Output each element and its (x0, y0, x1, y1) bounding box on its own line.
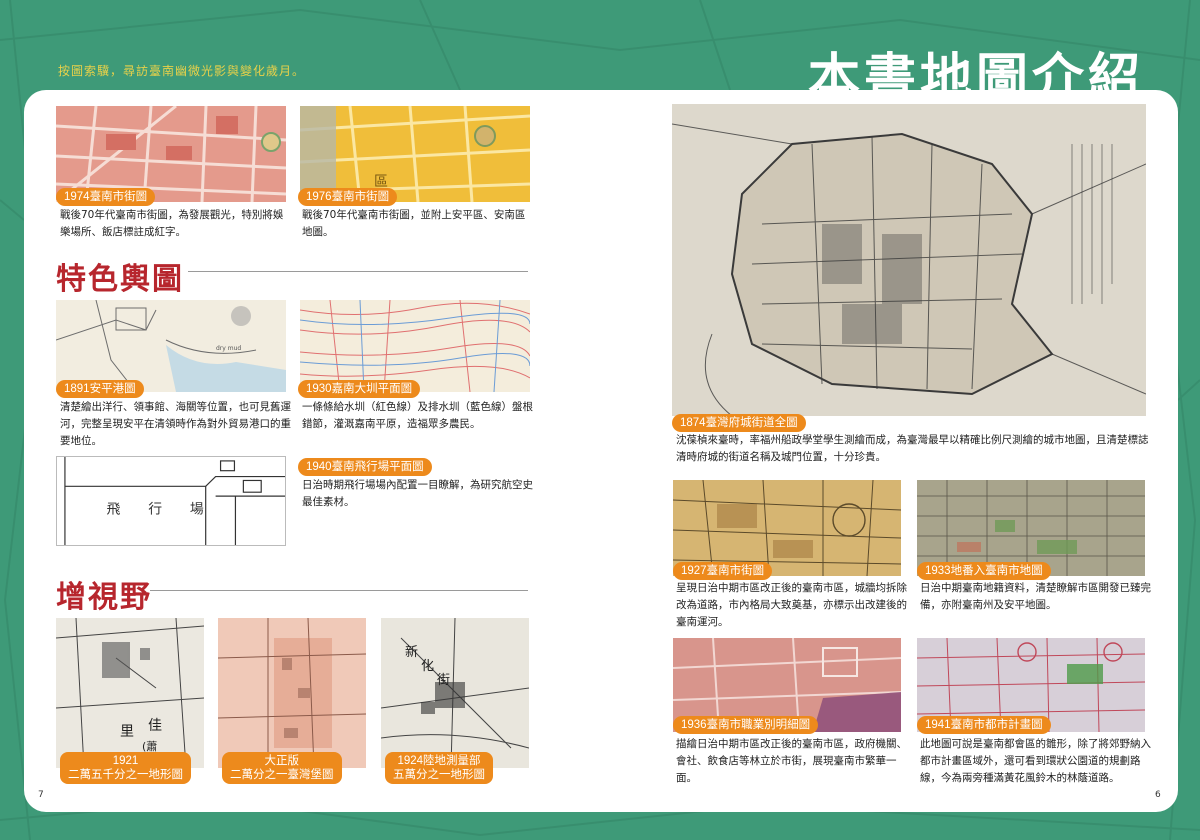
section-divider (188, 271, 528, 272)
map-1940-map-text-1: 飛 (107, 502, 121, 518)
map-1933-description: 日治中期臺南地籍資料，清楚瞭解市區開發已臻完備，亦附臺南州及安平地圖。 (920, 582, 1151, 611)
map-1924-label-line1: 1924陸地測量部 (397, 755, 481, 767)
map-1891-map-text: dry mud (216, 345, 241, 352)
map-1921-label: 1921 二萬五千分之一地形圖 (60, 752, 191, 784)
map-1940-map-text-2: 行 (148, 502, 162, 518)
map-1924-map-text-1: 新 (405, 644, 418, 660)
map-1891-image: dry mud (56, 300, 286, 392)
map-1874-image (672, 104, 1146, 416)
map-1941-description: 此地圖可說是臺南都會區的雛形，除了將郊野納入都市計畫區域外，還可看到環狀公園道的… (920, 738, 1151, 784)
map-1924-map-text-3: 街 (437, 673, 450, 688)
map-1940-description: 日治時期飛行場場內配置一目瞭解，為研究航空史最佳素材。 (302, 479, 533, 508)
map-1924-map-text-2: 化 (421, 659, 434, 674)
section-title-widen: 增視野 (56, 580, 152, 615)
map-1927-label: 1927臺南市街圖 (673, 562, 773, 580)
map-1940-map-text-3: 場 (190, 502, 204, 518)
map-1921-label-line2: 二萬五千分之一地形圖 (68, 769, 183, 781)
map-1927-description: 呈現日治中期市區改正後的臺南市區，城牆均拆除改為道路，市內格局大致奠基，亦標示出… (676, 582, 907, 628)
map-1930-description: 一條條給水圳（紅色線）及排水圳（藍色線）盤根錯節，灌溉嘉南平原，造福眾多農民。 (302, 401, 533, 430)
map-1921-map-text-1: 佳 (148, 718, 162, 734)
map-1976-label: 1976臺南市街圖 (298, 188, 398, 206)
map-1921-label-line1: 1921 (112, 755, 139, 767)
map-taisho-label-line2: 二萬分之一臺灣堡圖 (230, 769, 334, 781)
map-1924-label-line2: 五萬分之一地形圖 (393, 769, 485, 781)
section-divider (150, 590, 528, 591)
map-1891-description: 清楚繪出洋行、領事館、海關等位置，也可見舊運河，完整呈現安平在清領時作為對外貿易… (60, 401, 291, 447)
map-1930-label: 1930嘉南大圳平面圖 (298, 380, 421, 398)
map-taisho-image (218, 618, 366, 768)
map-1974-label: 1974臺南市街圖 (56, 188, 156, 206)
map-1874-label: 1874臺灣府城街道全圖 (672, 414, 806, 432)
page-number-left: 7 (38, 790, 44, 800)
map-1933-label: 1933地番入臺南市地圖 (917, 562, 1051, 580)
map-1921-image: 佳 里 (蕭 壟) (56, 618, 204, 768)
map-1976-description: 戰後70年代臺南市街圖，並附上安平區、安南區地圖。 (302, 209, 526, 238)
map-1941-label: 1941臺南市都市計畫圖 (917, 716, 1051, 734)
map-1936-description: 描繪日治中期市區改正後的臺南市區，政府機關、會社、飲食店等林立於市街，展現臺南市… (676, 738, 907, 784)
map-taisho-label-line1: 大正版 (264, 755, 300, 767)
section-title-featured: 特色輿圖 (56, 262, 184, 297)
map-taisho-label: 大正版 二萬分之一臺灣堡圖 (222, 752, 342, 784)
map-1940-image: 飛 行 場 (56, 456, 286, 546)
map-1930-image (300, 300, 530, 392)
map-1974-description: 戰後70年代臺南市街圖，為發展觀光，特別將娛樂場所、飯店標註成紅字。 (60, 209, 284, 238)
map-1891-label: 1891安平港圖 (56, 380, 144, 398)
map-1874-description: 沈葆楨來臺時，率福州船政學堂學生測繪而成，為臺灣最早以精確比例尺測繪的城市地圖，… (676, 434, 1149, 463)
page-number-right: 6 (1155, 790, 1161, 800)
map-1940-label: 1940臺南飛行場平面圖 (298, 458, 432, 476)
header-tagline: 按圖索驥，尋訪臺南幽微光影與變化歲月。 (58, 64, 306, 78)
map-1936-label: 1936臺南市職業別明細圖 (673, 716, 819, 734)
map-1921-map-text-2: 里 (120, 724, 134, 740)
map-1924-label: 1924陸地測量部 五萬分之一地形圖 (385, 752, 493, 784)
map-1924-image: 新 化 街 (381, 618, 529, 768)
